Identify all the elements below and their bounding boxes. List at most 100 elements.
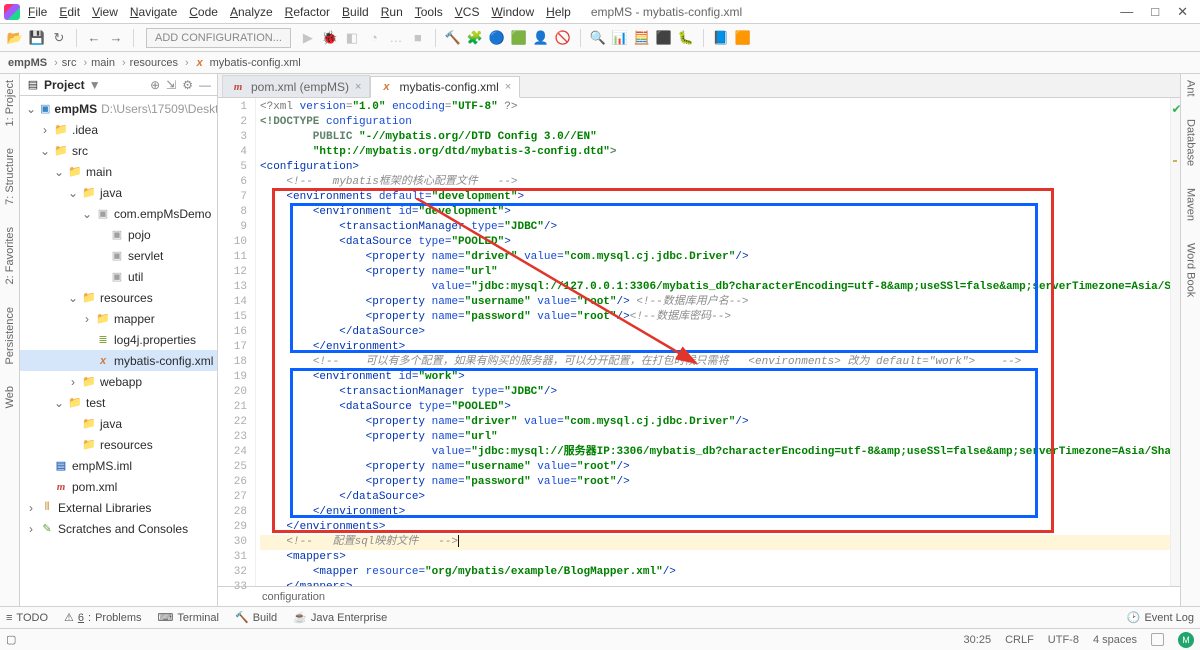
tree-item[interactable]: ⌄📁java xyxy=(20,182,217,203)
menu-run[interactable]: Run xyxy=(375,3,409,21)
back-icon[interactable]: ← xyxy=(85,29,103,47)
tree-item[interactable]: ⌄▣com.empMsDemo xyxy=(20,203,217,224)
tree-item[interactable]: ⌄📁resources xyxy=(20,287,217,308)
readonly-lock-icon[interactable] xyxy=(1151,633,1164,646)
editor-marker-strip[interactable]: ✔ xyxy=(1170,98,1180,586)
tab-pom-xml--empms-[interactable]: mpom.xml (empMS)× xyxy=(222,75,370,97)
line-separator[interactable]: CRLF xyxy=(1005,634,1034,646)
tree-item[interactable]: ▣pojo xyxy=(20,224,217,245)
tree-item[interactable]: ▤empMS.iml xyxy=(20,455,217,476)
tree-item[interactable]: ›✎Scratches and Consoles xyxy=(20,518,217,539)
menu-navigate[interactable]: Navigate xyxy=(124,3,183,21)
refresh-icon[interactable]: ↻ xyxy=(50,29,68,47)
tool-windows-icon[interactable]: ▢ xyxy=(6,633,16,646)
rail----favorites[interactable]: 2: Favorites xyxy=(4,227,16,284)
crumb-empMS[interactable]: empMS xyxy=(8,57,58,69)
menu-window[interactable]: Window xyxy=(485,3,540,21)
event-log[interactable]: 🕑 Event Log xyxy=(1127,611,1194,624)
build-tool[interactable]: 🔨 Build xyxy=(235,611,277,624)
open-icon[interactable]: 📂 xyxy=(6,29,24,47)
minimize-icon[interactable]: — xyxy=(1120,4,1133,20)
caret-position[interactable]: 30:25 xyxy=(964,634,992,646)
stats-icon[interactable]: 📊 xyxy=(611,29,629,47)
forward-icon[interactable]: → xyxy=(107,29,125,47)
yellow-icon[interactable]: 🟧 xyxy=(734,29,752,47)
project-tree[interactable]: ⌄▣empMS D:\Users\17509\Deskto›📁.idea⌄📁sr… xyxy=(20,96,217,606)
project-title[interactable]: Project xyxy=(44,78,85,92)
problems-tool[interactable]: ⚠ 6: Problems xyxy=(64,611,142,624)
settings-icon[interactable]: ⚙ xyxy=(182,78,193,92)
codehelp-icon[interactable]: 📘 xyxy=(712,29,730,47)
tree-item[interactable]: ›⫴External Libraries xyxy=(20,497,217,518)
menu-edit[interactable]: Edit xyxy=(53,3,86,21)
rail-maven[interactable]: Maven xyxy=(1185,188,1197,221)
todo-tool[interactable]: ≡ TODO xyxy=(6,612,48,624)
menu-vcs[interactable]: VCS xyxy=(449,3,486,21)
menu-tools[interactable]: Tools xyxy=(409,3,449,21)
tree-item[interactable]: ›📁webapp xyxy=(20,371,217,392)
block-icon[interactable]: 🚫 xyxy=(554,29,572,47)
profile-icon[interactable]: ◔ xyxy=(365,29,383,47)
rail-ant[interactable]: Ant xyxy=(1185,80,1197,97)
run-icon[interactable]: ▶ xyxy=(299,29,317,47)
tree-item[interactable]: ▣servlet xyxy=(20,245,217,266)
structure-icon[interactable]: 🧩 xyxy=(466,29,484,47)
rail----project[interactable]: 1: Project xyxy=(4,80,16,126)
tree-item[interactable]: ⌄▣empMS D:\Users\17509\Deskto xyxy=(20,98,217,119)
code-editor[interactable]: <?xml version="1.0" encoding="UTF-8" ?><… xyxy=(256,98,1170,586)
crumb-resources[interactable]: resources xyxy=(130,57,189,69)
tab-close-icon[interactable]: × xyxy=(355,81,361,93)
tree-item[interactable]: ⌄📁test xyxy=(20,392,217,413)
encoding[interactable]: UTF-8 xyxy=(1048,634,1079,646)
tree-item[interactable]: ≣log4j.properties xyxy=(20,329,217,350)
menu-refactor[interactable]: Refactor xyxy=(279,3,336,21)
rail-persistence[interactable]: Persistence xyxy=(4,307,16,364)
close-icon[interactable]: ✕ xyxy=(1177,4,1188,20)
tree-item[interactable]: mpom.xml xyxy=(20,476,217,497)
save-icon[interactable]: 💾 xyxy=(28,29,46,47)
services-icon[interactable]: 🟩 xyxy=(510,29,528,47)
menu-analyze[interactable]: Analyze xyxy=(224,3,279,21)
crumb-src[interactable]: src xyxy=(62,57,87,69)
editor-gutter[interactable]: 1234567891011121314151617181920212223242… xyxy=(218,98,256,586)
tree-item[interactable]: ›📁mapper xyxy=(20,308,217,329)
menu-view[interactable]: View xyxy=(86,3,124,21)
tree-item[interactable]: ⌄📁src xyxy=(20,140,217,161)
jee-tool[interactable]: ☕ Java Enterprise xyxy=(293,611,387,624)
rail----structure[interactable]: 7: Structure xyxy=(4,148,16,205)
preview-icon[interactable]: 🔵 xyxy=(488,29,506,47)
debug-icon[interactable]: 🐞 xyxy=(321,29,339,47)
tree-item[interactable]: ▣util xyxy=(20,266,217,287)
build-icon[interactable]: 🔨 xyxy=(444,29,462,47)
db2-icon[interactable]: 🧮 xyxy=(633,29,651,47)
tree-item[interactable]: ⌄📁main xyxy=(20,161,217,182)
collapse-icon[interactable]: ⇲ xyxy=(166,78,176,92)
crumb-mybatis-config.xml[interactable]: xmybatis-config.xml xyxy=(193,56,308,70)
tree-item[interactable]: ›📁.idea xyxy=(20,119,217,140)
menu-help[interactable]: Help xyxy=(540,3,577,21)
search-icon[interactable]: 🔍 xyxy=(589,29,607,47)
misc1-icon[interactable]: ⬛ xyxy=(655,29,673,47)
target-icon[interactable]: ⊕ xyxy=(150,78,160,92)
menu-build[interactable]: Build xyxy=(336,3,375,21)
menu-code[interactable]: Code xyxy=(183,3,224,21)
indent[interactable]: 4 spaces xyxy=(1093,634,1137,646)
stop-icon[interactable]: ■ xyxy=(409,29,427,47)
hide-icon[interactable]: — xyxy=(199,78,211,92)
account-avatar-icon[interactable]: M xyxy=(1178,632,1194,648)
attach-icon[interactable]: … xyxy=(387,29,405,47)
tab-close-icon[interactable]: × xyxy=(505,81,511,93)
tree-item[interactable]: 📁resources xyxy=(20,434,217,455)
coverage-icon[interactable]: ◧ xyxy=(343,29,361,47)
misc2-icon[interactable]: 🐛 xyxy=(677,29,695,47)
crumb-main[interactable]: main xyxy=(91,57,126,69)
avatar-icon[interactable]: 👤 xyxy=(532,29,550,47)
tab-mybatis-config-xml[interactable]: xmybatis-config.xml× xyxy=(370,76,520,98)
editor-breadcrumb[interactable]: configuration xyxy=(218,586,1180,606)
rail-web[interactable]: Web xyxy=(4,386,16,408)
terminal-tool[interactable]: ⌨ Terminal xyxy=(158,611,219,624)
rail-word-book[interactable]: Word Book xyxy=(1185,243,1197,297)
tree-item[interactable]: xmybatis-config.xml xyxy=(20,350,217,371)
run-config-dropdown[interactable]: ADD CONFIGURATION... xyxy=(146,28,291,48)
menu-file[interactable]: File xyxy=(22,3,53,21)
